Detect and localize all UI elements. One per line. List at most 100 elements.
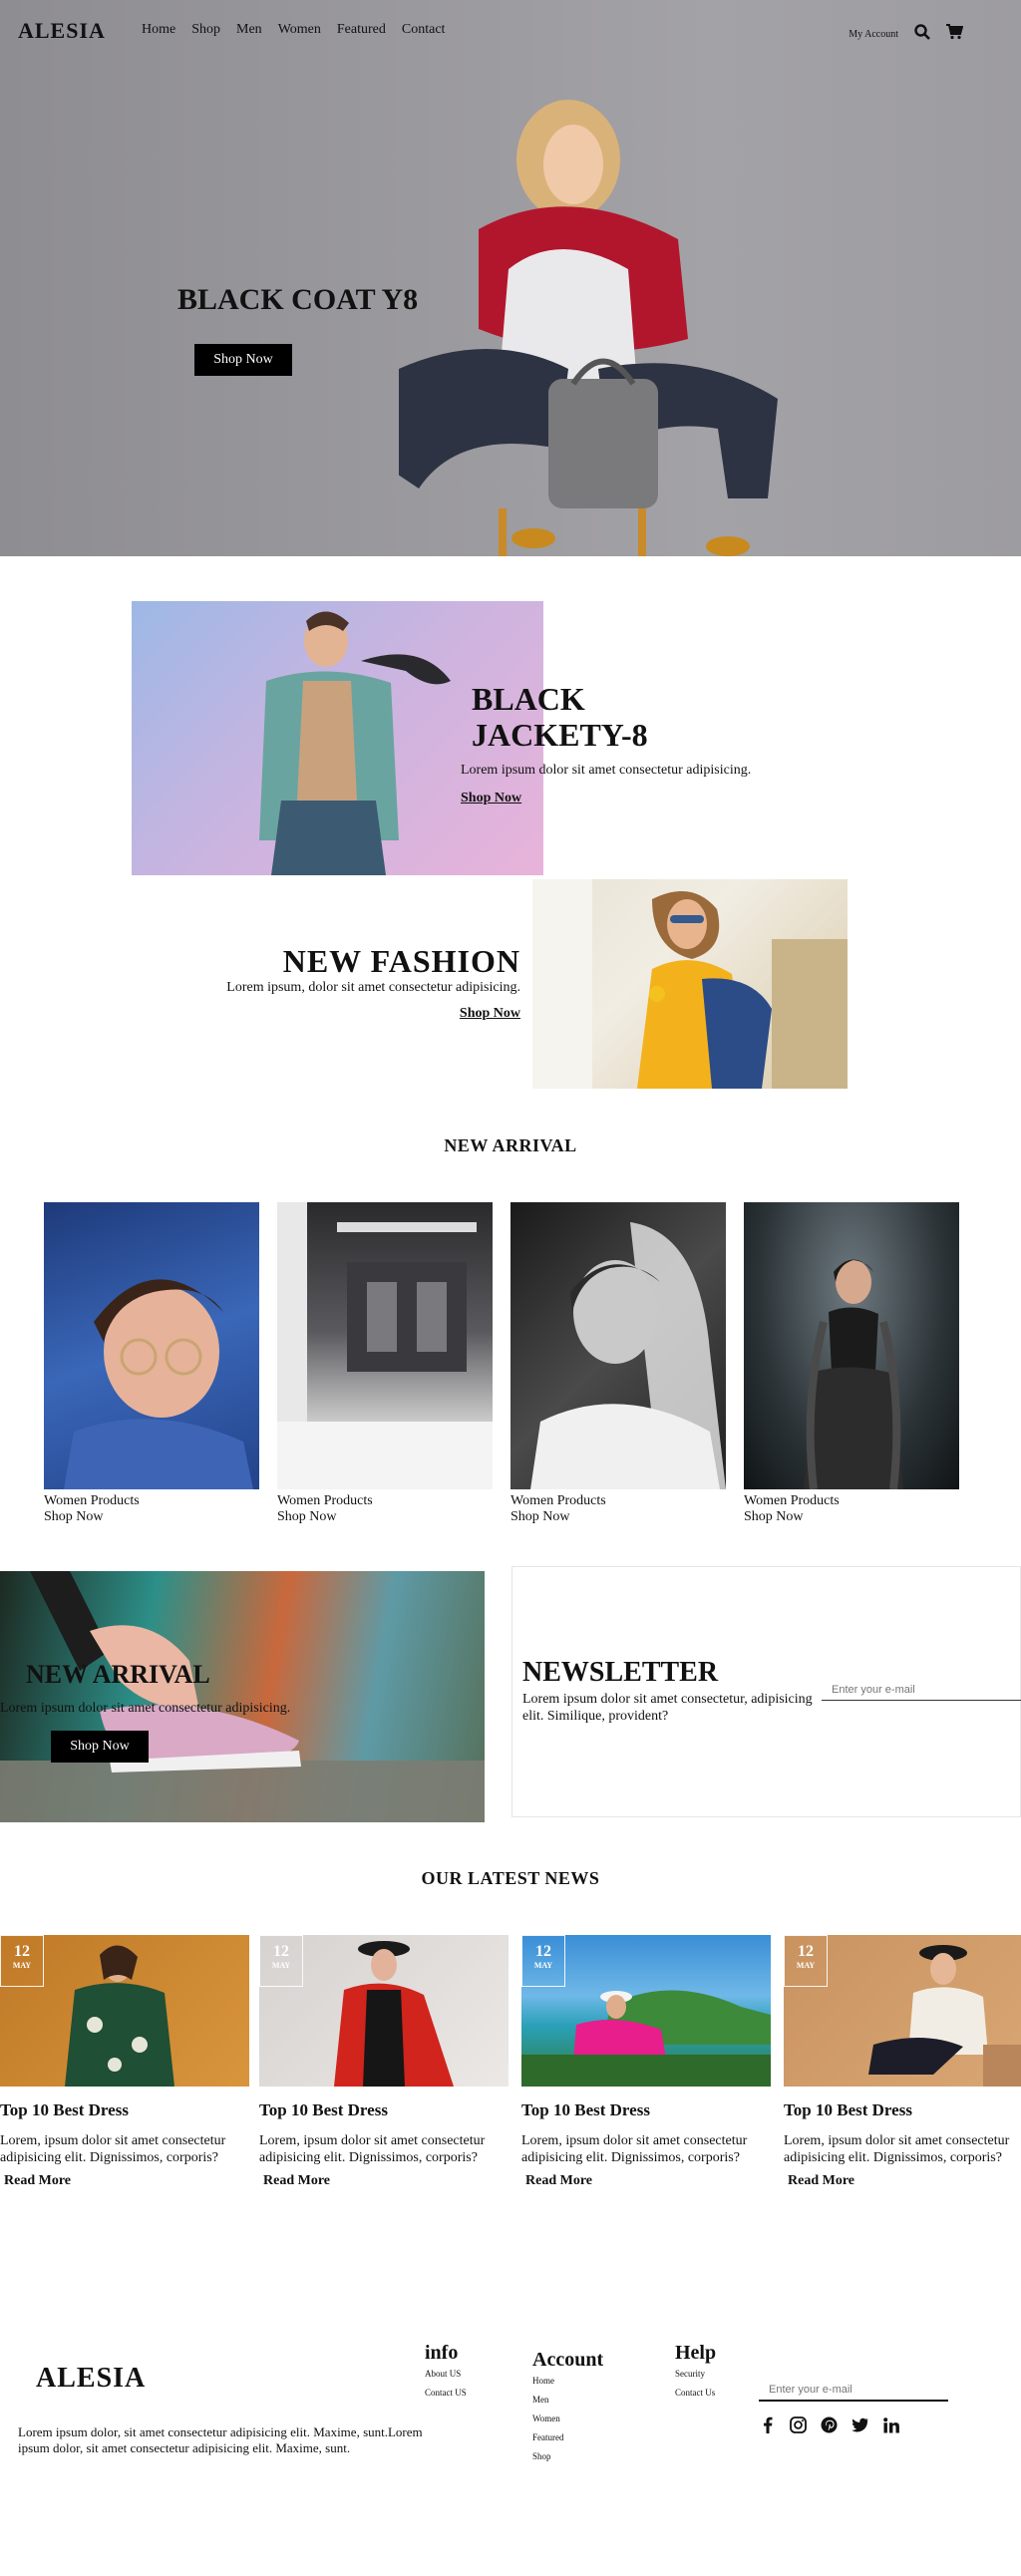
product-shop-link[interactable]: Shop Now (744, 1509, 959, 1525)
footer-logo[interactable]: ALESIA (36, 2363, 146, 2395)
news-card[interactable]: 12 MAY Top 10 Best Dress Lorem, ipsum do… (784, 1935, 1021, 2189)
product-name: Women Products (744, 1493, 840, 1508)
search-icon[interactable] (914, 24, 930, 45)
news-date-month: MAY (12, 1961, 32, 1970)
news-date-badge: 12 MAY (259, 1935, 303, 1987)
newsletter-description: Lorem ipsum dolor sit amet consectetur, … (522, 1692, 813, 1724)
news-card[interactable]: 12 MAY Top 10 Best Dress Lorem, ipsum do… (521, 1935, 771, 2189)
newsletter-title: NEWSLETTER (522, 1657, 719, 1688)
new-arrival-heading: NEW ARRIVAL (444, 1135, 577, 1155)
product-image[interactable] (277, 1202, 493, 1489)
hero-title: BLACK COAT Y8 (177, 283, 419, 316)
footer-help-heading: Help (675, 2342, 717, 2364)
product-card[interactable]: Women Products Shop Now (277, 1202, 493, 1525)
promo-new-fashion-description: Lorem ipsum, dolor sit amet consectetur … (226, 980, 520, 995)
promo-black-jacket-description: Lorem ipsum dolor sit amet consectetur a… (461, 763, 752, 778)
menu-item-featured[interactable]: Featured (337, 22, 386, 38)
footer-link-men[interactable]: Men (532, 2391, 603, 2410)
footer-email-input[interactable] (759, 2380, 948, 2402)
news-description: Lorem, ipsum dolor sit amet consectetur … (0, 2133, 226, 2165)
main-menu: Home Shop Men Women Featured Contact (142, 22, 445, 38)
product-image[interactable] (744, 1202, 959, 1489)
menu-item-home[interactable]: Home (142, 22, 175, 38)
banner-shop-now-button[interactable]: Shop Now (51, 1731, 149, 1763)
product-shop-link[interactable]: Shop Now (510, 1509, 726, 1525)
new-arrival-banner: NEW ARRIVAL Lorem ipsum dolor sit amet c… (0, 1571, 485, 1822)
hero-shop-now-button[interactable]: Shop Now (194, 344, 292, 376)
news-title[interactable]: Top 10 Best Dress (521, 2100, 771, 2120)
pinterest-icon[interactable] (821, 2416, 838, 2433)
news-title[interactable]: Top 10 Best Dress (0, 2100, 249, 2120)
news-date-day: 12 (798, 1943, 814, 1960)
news-date-day: 12 (273, 1943, 289, 1960)
news-date-badge: 12 MAY (521, 1935, 565, 1987)
banner-description: Lorem ipsum dolor sit amet consectetur a… (0, 1701, 291, 1716)
promo-new-fashion-title: NEW FASHION (282, 943, 520, 979)
menu-item-shop[interactable]: Shop (191, 22, 220, 38)
menu-item-contact[interactable]: Contact (402, 22, 446, 38)
footer-info-column: info About US Contact US (425, 2342, 467, 2403)
footer-account-heading: Account (532, 2349, 604, 2371)
menu-item-women[interactable]: Women (278, 22, 321, 38)
header-actions: My Account (849, 24, 964, 45)
footer-link-security[interactable]: Security (675, 2365, 716, 2384)
footer-link-contact-help[interactable]: Contact Us (675, 2384, 716, 2403)
promo-woman-sunglasses-image (532, 879, 848, 1089)
brand-logo[interactable]: ALESIA (18, 18, 106, 44)
news-description: Lorem, ipsum dolor sit amet consectetur … (521, 2133, 748, 2165)
news-description: Lorem, ipsum dolor sit amet consectetur … (784, 2133, 1010, 2165)
news-date-month: MAY (271, 1961, 291, 1970)
social-links (759, 2416, 899, 2433)
news-image[interactable]: 12 MAY (259, 1935, 509, 2087)
footer-help-column: Help Security Contact Us (675, 2342, 716, 2403)
news-read-more-link[interactable]: Read More (0, 2173, 249, 2189)
news-read-more-link[interactable]: Read More (784, 2173, 1021, 2189)
news-title[interactable]: Top 10 Best Dress (259, 2100, 509, 2120)
product-name: Women Products (510, 1493, 606, 1508)
instagram-icon[interactable] (790, 2416, 807, 2433)
news-image[interactable]: 12 MAY (784, 1935, 1021, 2087)
news-date-day: 12 (535, 1943, 551, 1960)
cart-icon[interactable] (946, 24, 964, 45)
linkedin-icon[interactable] (882, 2416, 899, 2433)
news-date-day: 12 (14, 1943, 30, 1960)
news-card[interactable]: 12 MAY Top 10 Best Dress Lorem, ipsum do… (259, 1935, 509, 2189)
product-image[interactable] (44, 1202, 259, 1489)
footer-info-heading: info (425, 2342, 459, 2364)
news-title[interactable]: Top 10 Best Dress (784, 2100, 1021, 2120)
footer-link-women[interactable]: Women (532, 2410, 603, 2428)
promo-new-fashion-shop-link[interactable]: Shop Now (460, 1006, 520, 1022)
twitter-icon[interactable] (851, 2416, 868, 2433)
news-image[interactable]: 12 MAY (0, 1935, 249, 2087)
product-shop-link[interactable]: Shop Now (44, 1509, 259, 1525)
news-card[interactable]: 12 MAY Top 10 Best Dress Lorem, ipsum do… (0, 1935, 249, 2189)
news-read-more-link[interactable]: Read More (259, 2173, 509, 2189)
footer-link-contact-us[interactable]: Contact US (425, 2384, 467, 2403)
promo-title-line-1: BLACK (472, 681, 585, 717)
footer-link-about-us[interactable]: About US (425, 2365, 467, 2384)
promo-black-jacket-title: BLACK JACKETY-8 (461, 681, 800, 753)
promo-new-fashion-text: NEW FASHION Lorem ipsum, dolor sit amet … (150, 943, 520, 1022)
menu-item-men[interactable]: Men (236, 22, 262, 38)
news-description: Lorem, ipsum dolor sit amet consectetur … (259, 2133, 486, 2165)
news-date-badge: 12 MAY (784, 1935, 828, 1987)
facebook-icon[interactable] (759, 2416, 776, 2433)
product-card[interactable]: Women Products Shop Now (510, 1202, 726, 1525)
latest-news-heading: OUR LATEST NEWS (421, 1868, 600, 1888)
footer-link-home[interactable]: Home (532, 2372, 603, 2391)
news-image[interactable]: 12 MAY (521, 1935, 771, 2087)
news-date-badge: 12 MAY (0, 1935, 44, 1987)
product-card[interactable]: Women Products Shop Now (744, 1202, 959, 1525)
product-name: Women Products (44, 1493, 140, 1508)
footer-link-featured[interactable]: Featured (532, 2428, 603, 2447)
newsletter-email-input[interactable] (822, 1679, 1021, 1701)
promo-black-jacket-shop-link[interactable]: Shop Now (461, 791, 521, 806)
product-shop-link[interactable]: Shop Now (277, 1509, 493, 1525)
my-account-link[interactable]: My Account (849, 29, 898, 40)
news-date-month: MAY (796, 1961, 816, 1970)
product-image[interactable] (510, 1202, 726, 1489)
footer-account-column: Account Home Men Women Featured Shop (532, 2349, 603, 2466)
news-read-more-link[interactable]: Read More (521, 2173, 771, 2189)
footer-link-shop[interactable]: Shop (532, 2447, 603, 2466)
product-card[interactable]: Women Products Shop Now (44, 1202, 259, 1525)
